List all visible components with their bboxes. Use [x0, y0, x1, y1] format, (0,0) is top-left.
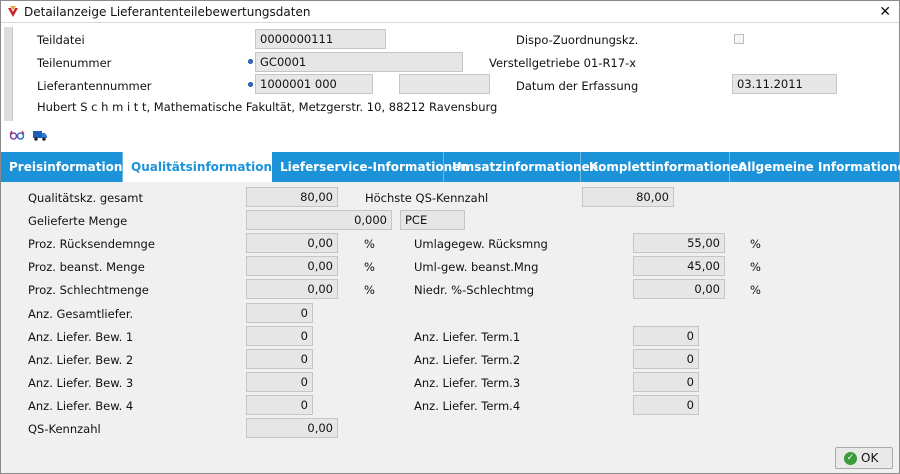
- title-bar: Detailanzeige Lieferantenteilebewertungs…: [1, 1, 899, 23]
- teilenummer-field[interactable]: GC0001: [255, 52, 463, 72]
- umlage-beanst-field[interactable]: 45,00: [633, 256, 725, 276]
- bew2-field[interactable]: 0: [246, 349, 313, 369]
- bew4-field[interactable]: 0: [246, 395, 313, 415]
- teildatei-field[interactable]: 0000000111: [255, 29, 386, 49]
- close-icon[interactable]: ✕: [879, 4, 891, 20]
- percent-sign: %: [750, 260, 761, 274]
- header-side-strip: [4, 27, 13, 121]
- tab-qualitaetsinformationen[interactable]: Qualitätsinformationen: [123, 152, 289, 183]
- lieferantennummer-extra-field[interactable]: [399, 74, 490, 94]
- hoechste-qs-field[interactable]: 80,00: [582, 187, 674, 207]
- percent-sign: %: [750, 283, 761, 297]
- ok-button[interactable]: ✓ OK: [835, 447, 893, 469]
- umlage-rueck-field[interactable]: 55,00: [633, 233, 725, 253]
- hoechste-qs-label: Höchste QS-Kennzahl: [365, 191, 489, 205]
- ok-button-label: OK: [861, 451, 879, 465]
- datum-label: Datum der Erfassung: [516, 79, 639, 93]
- dispo-label: Dispo-Zuordnungskz.: [516, 33, 639, 47]
- percent-sign: %: [364, 260, 375, 274]
- tab-komplettinformationen[interactable]: Komplettinformationen: [581, 152, 747, 182]
- dispo-checkbox[interactable]: [734, 34, 744, 44]
- quality-panel: Qualitätskz. gesamt 80,00 Höchste QS-Ken…: [1, 182, 899, 442]
- link-dot-icon[interactable]: [248, 82, 253, 87]
- gesamtliefer-label: Anz. Gesamtliefer.: [28, 307, 134, 321]
- link-dot-icon[interactable]: [248, 59, 253, 64]
- umlage-rueck-label: Umlagegew. Rücksmng: [414, 237, 548, 251]
- qs-kennzahl-label: QS-Kennzahl: [28, 422, 101, 436]
- tab-umsatzinformationen[interactable]: Umsatzinformationen: [444, 152, 598, 182]
- bew2-label: Anz. Liefer. Bew. 2: [28, 353, 134, 367]
- app-logo-icon: [8, 6, 18, 17]
- tab-allgemeine-informationen[interactable]: Allgemeine Informationen: [730, 152, 900, 182]
- check-icon: ✓: [844, 452, 857, 465]
- dialog-window: Detailanzeige Lieferantenteilebewertungs…: [0, 0, 900, 474]
- gesamtliefer-field[interactable]: 0: [246, 303, 313, 323]
- term3-label: Anz. Liefer. Term.3: [414, 376, 521, 390]
- verstellgetriebe-text: Verstellgetriebe 01-R17-x: [489, 56, 637, 70]
- lieferantennummer-field[interactable]: 1000001 000: [255, 74, 373, 94]
- bew1-label: Anz. Liefer. Bew. 1: [28, 330, 134, 344]
- term1-field[interactable]: 0: [633, 326, 699, 346]
- gelieferte-menge-label: Gelieferte Menge: [28, 214, 128, 228]
- supplier-address: Hubert S c h m i t t, Mathematische Faku…: [37, 100, 498, 114]
- bew1-field[interactable]: 0: [246, 326, 313, 346]
- tab-preisinformationen[interactable]: Preisinformationen: [1, 152, 139, 182]
- header-panel: Teildatei 0000000111 Teilenummer GC0001 …: [1, 23, 899, 152]
- percent-sign: %: [364, 237, 375, 251]
- window-title: Detailanzeige Lieferantenteilebewertungs…: [24, 5, 311, 19]
- percent-sign: %: [750, 237, 761, 251]
- term2-field[interactable]: 0: [633, 349, 699, 369]
- bew3-label: Anz. Liefer. Bew. 3: [28, 376, 134, 390]
- niedr-label: Niedr. %-Schlechtmg: [414, 283, 535, 297]
- teilenummer-label: Teilenummer: [37, 56, 112, 70]
- schlecht-field[interactable]: 0,00: [246, 279, 338, 299]
- bew4-label: Anz. Liefer. Bew. 4: [28, 399, 134, 413]
- rueck-label: Proz. Rücksendemnge: [28, 237, 155, 251]
- schlecht-label: Proz. Schlechtmenge: [28, 283, 149, 297]
- dialog-footer: ✓ OK: [1, 442, 899, 473]
- niedr-field[interactable]: 0,00: [633, 279, 725, 299]
- term4-field[interactable]: 0: [633, 395, 699, 415]
- lieferantennummer-label: Lieferantennummer: [37, 79, 152, 93]
- term4-label: Anz. Liefer. Term.4: [414, 399, 521, 413]
- truck-icon[interactable]: [32, 128, 48, 142]
- bew3-field[interactable]: 0: [246, 372, 313, 392]
- beanst-label: Proz. beanst. Menge: [28, 260, 145, 274]
- rueck-field[interactable]: 0,00: [246, 233, 338, 253]
- qkz-gesamt-label: Qualitätskz. gesamt: [28, 191, 143, 205]
- qs-kennzahl-field[interactable]: 0,00: [246, 418, 338, 438]
- tab-lieferservice-informationen[interactable]: Lieferservice-Informationen: [272, 152, 469, 182]
- teildatei-label: Teildatei: [37, 33, 85, 47]
- umlage-beanst-label: Uml-gew. beanst.Mng: [414, 260, 539, 274]
- datum-field[interactable]: 03.11.2011: [732, 74, 837, 94]
- tab-bar: Preisinformationen Qualitätsinformatione…: [1, 152, 900, 183]
- gelieferte-menge-field[interactable]: 0,000: [246, 210, 392, 230]
- term1-label: Anz. Liefer. Term.1: [414, 330, 521, 344]
- unit-field[interactable]: PCE: [400, 210, 465, 230]
- glasses-icon[interactable]: [9, 128, 25, 142]
- percent-sign: %: [364, 283, 375, 297]
- term2-label: Anz. Liefer. Term.2: [414, 353, 521, 367]
- beanst-field[interactable]: 0,00: [246, 256, 338, 276]
- qkz-gesamt-field[interactable]: 80,00: [246, 187, 338, 207]
- term3-field[interactable]: 0: [633, 372, 699, 392]
